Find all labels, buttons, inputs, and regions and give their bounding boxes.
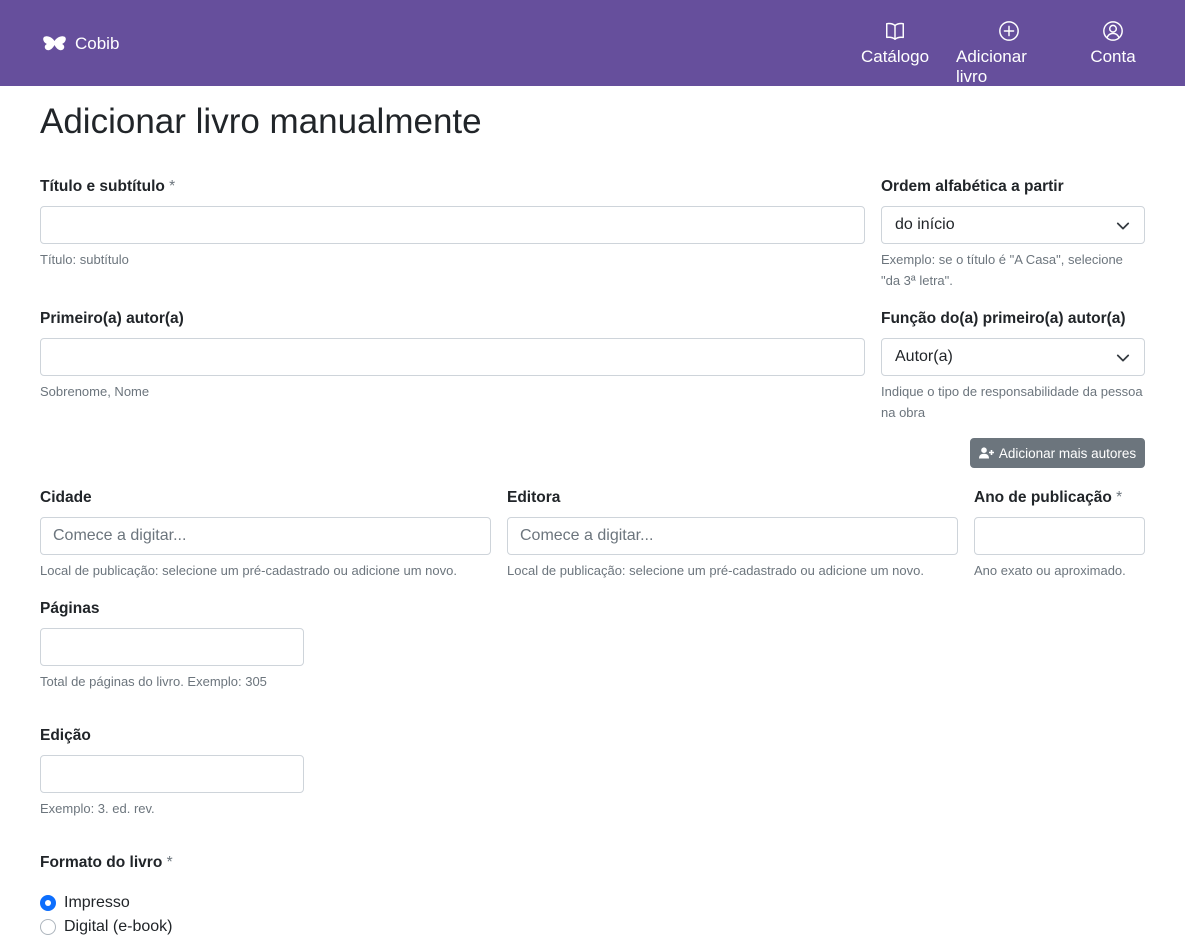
city-label: Cidade <box>40 489 92 506</box>
author-role-help: Indique o tipo de responsabilidade da pe… <box>881 384 1143 420</box>
radio-digital[interactable] <box>40 919 56 935</box>
user-circle-icon <box>1102 20 1124 47</box>
pages-help: Total de páginas do livro. Exemplo: 305 <box>40 674 267 689</box>
brand-name: Cobib <box>75 34 120 53</box>
city-input[interactable] <box>40 517 491 555</box>
nav-item-label: Catálogo <box>860 47 930 66</box>
publisher-label: Editora <box>507 489 561 506</box>
format-option-label: Digital (e-book) <box>64 918 173 935</box>
chevron-down-icon <box>1116 222 1130 230</box>
pages-label: Páginas <box>40 600 100 617</box>
page-title: Adicionar livro manualmente <box>40 102 482 141</box>
nav-item-label: Conta <box>1090 47 1136 66</box>
nav-item-adicionar-livro[interactable]: Adicionar livro <box>956 20 1062 86</box>
publisher-input[interactable] <box>507 517 958 555</box>
author-role-label: Função do(a) primeiro(a) autor(a) <box>881 310 1126 327</box>
add-authors-label: Adicionar mais autores <box>998 445 1137 461</box>
butterfly-icon <box>42 36 67 52</box>
radio-impresso[interactable] <box>40 895 56 911</box>
user-plus-icon <box>978 447 994 459</box>
first-author-help: Sobrenome, Nome <box>40 384 150 399</box>
format-label: Formato do livro * <box>40 854 173 871</box>
add-authors-button[interactable]: Adicionar mais autores <box>970 438 1145 468</box>
required-marker: * <box>1116 489 1123 506</box>
first-author-label: Primeiro(a) autor(a) <box>40 310 184 327</box>
author-role-select[interactable]: Autor(a) <box>881 338 1145 376</box>
format-option-impresso[interactable]: Impresso <box>40 893 130 913</box>
format-option-digital[interactable]: Digital (e-book) <box>40 917 172 937</box>
alpha-order-select[interactable]: do início <box>881 206 1145 244</box>
nav-item-catalogo[interactable]: Catálogo <box>860 20 930 72</box>
edition-help: Exemplo: 3. ed. rev. <box>40 801 155 816</box>
title-input[interactable] <box>40 206 865 244</box>
top-navbar: Cobib Catálogo Adicionar livro Conta <box>0 0 1185 86</box>
alpha-order-help: Exemplo: se o título é "A Casa", selecio… <box>881 252 1123 288</box>
required-marker: * <box>166 854 173 871</box>
book-icon <box>884 20 906 47</box>
city-help: Local de publicação: selecione um pré-ca… <box>40 563 457 578</box>
year-label: Ano de publicação * <box>974 489 1123 506</box>
nav-item-label: Adicionar livro <box>956 47 1027 86</box>
title-help: Título: subtítulo <box>40 252 129 267</box>
year-help: Ano exato ou aproximado. <box>974 563 1126 578</box>
title-label: Título e subtítulo * <box>40 178 176 195</box>
required-marker: * <box>169 178 176 195</box>
first-author-input[interactable] <box>40 338 865 376</box>
edition-input[interactable] <box>40 755 304 793</box>
year-input[interactable] <box>974 517 1145 555</box>
pages-input[interactable] <box>40 628 304 666</box>
author-role-selected: Autor(a) <box>895 348 953 365</box>
alpha-order-label: Ordem alfabética a partir <box>881 178 1064 195</box>
edition-label: Edição <box>40 727 91 744</box>
nav-item-conta[interactable]: Conta <box>1090 20 1136 72</box>
brand-link[interactable]: Cobib <box>42 33 119 55</box>
format-option-label: Impresso <box>64 894 130 911</box>
publisher-help: Local de publicação: selecione um pré-ca… <box>507 563 924 578</box>
chevron-down-icon <box>1116 354 1130 362</box>
alpha-order-selected: do início <box>895 216 955 233</box>
plus-circle-icon <box>998 20 1020 47</box>
